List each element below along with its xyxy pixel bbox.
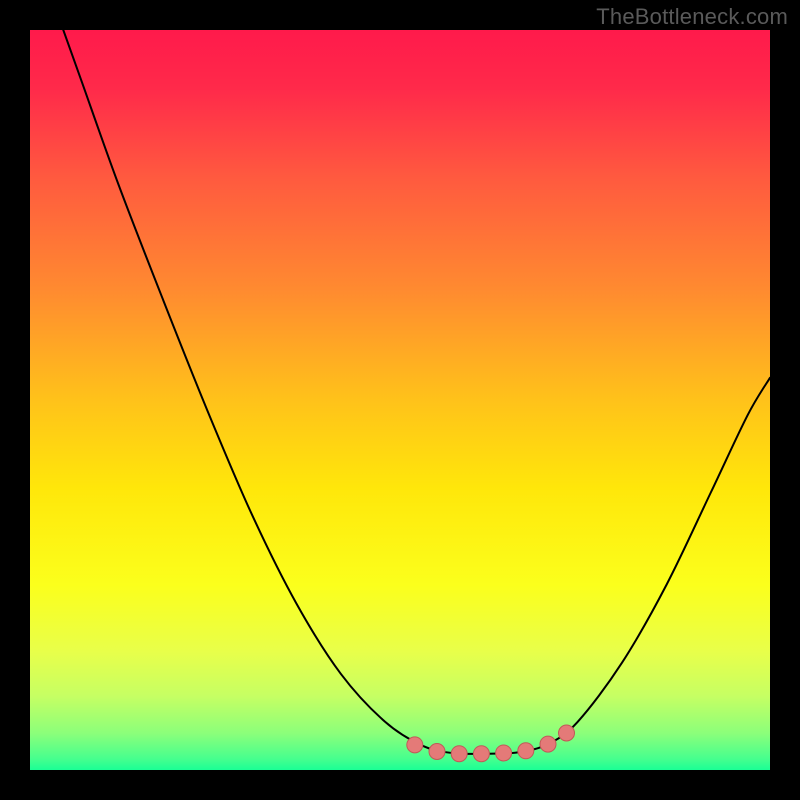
plot-svg <box>30 30 770 770</box>
optimal-marker <box>429 744 445 760</box>
optimal-marker <box>451 746 467 762</box>
optimal-marker <box>407 737 423 753</box>
optimal-marker <box>473 746 489 762</box>
optimal-marker <box>496 745 512 761</box>
watermark-text: TheBottleneck.com <box>596 4 788 30</box>
chart-frame: TheBottleneck.com <box>0 0 800 800</box>
gradient-background <box>30 30 770 770</box>
optimal-marker <box>559 725 575 741</box>
plot-area <box>30 30 770 770</box>
optimal-marker <box>518 743 534 759</box>
optimal-marker <box>540 736 556 752</box>
